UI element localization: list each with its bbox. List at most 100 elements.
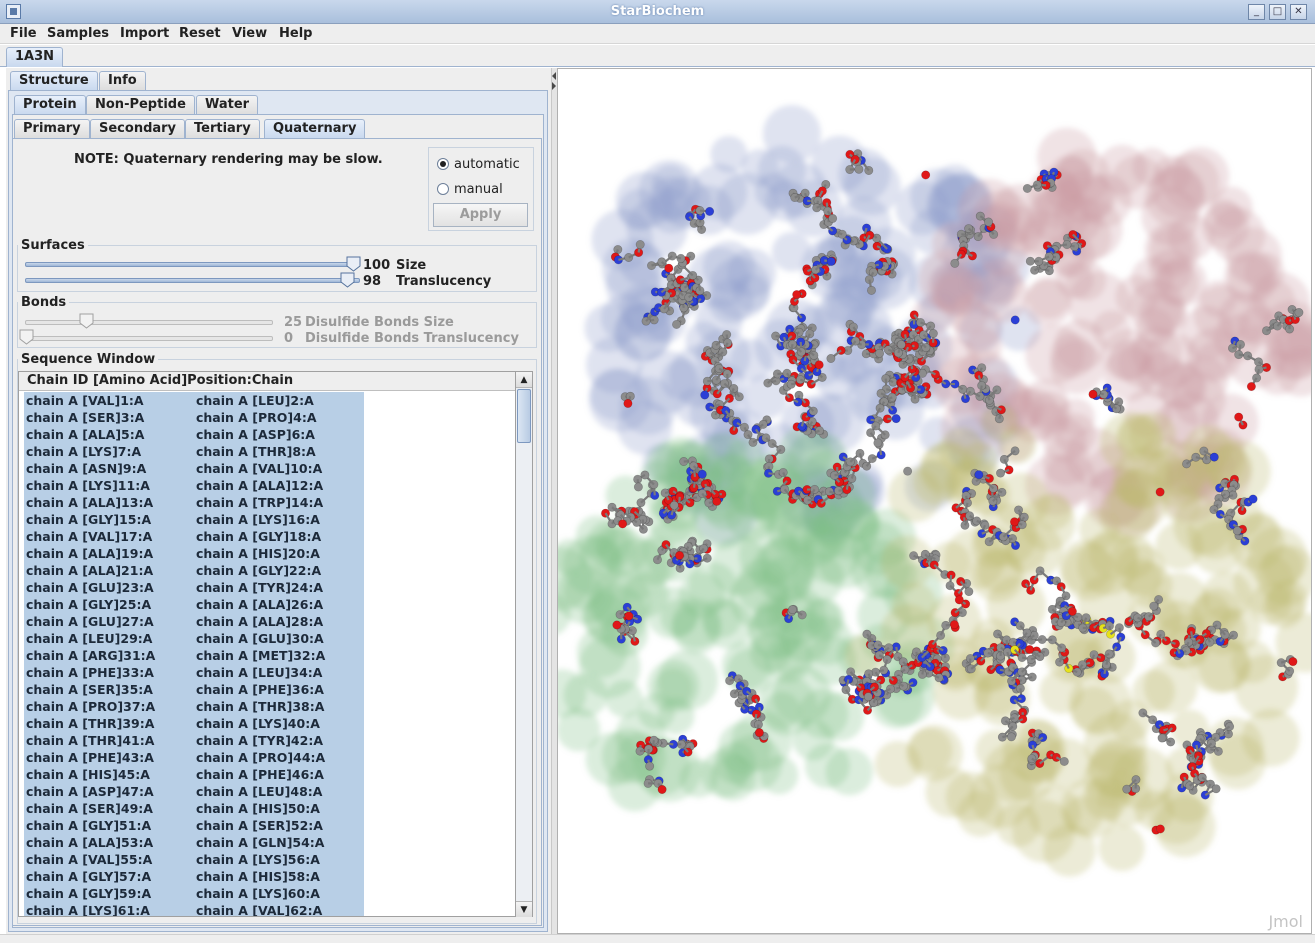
sequence-cell[interactable]: chain A [PRO]37:A [26, 698, 155, 715]
sequence-cell[interactable]: chain A [GLN]54:A [196, 834, 325, 851]
sequence-cell[interactable]: chain A [VAL]55:A [26, 851, 152, 868]
sequence-cell[interactable]: chain A [GLY]59:A [26, 885, 151, 902]
sequence-row[interactable]: chain A [SER]49:A chain A [HIS]50:A [24, 800, 364, 817]
sequence-row[interactable]: chain A [ALA]13:A chain A [TRP]14:A [24, 494, 364, 511]
radio-manual[interactable] [437, 183, 449, 195]
sequence-row[interactable]: chain A [THR]39:A chain A [LYS]40:A [24, 715, 364, 732]
collapse-left-icon[interactable] [552, 72, 556, 80]
sequence-row[interactable]: chain A [VAL]55:A chain A [LYS]56:A [24, 851, 364, 868]
sequence-cell[interactable]: chain A [ASP]47:A [26, 783, 154, 800]
tab-info[interactable]: Info [99, 71, 146, 91]
sequence-cell[interactable]: chain A [SER]49:A [26, 800, 153, 817]
sequence-cell[interactable]: chain A [PRO]4:A [196, 409, 317, 426]
sequence-cell[interactable]: chain A [LYS]60:A [196, 885, 320, 902]
sequence-cell[interactable]: chain A [GLY]18:A [196, 528, 321, 545]
sequence-row[interactable]: chain A [ASP]47:A chain A [LEU]48:A [24, 783, 364, 800]
sequence-cell[interactable]: chain A [LYS]11:A [26, 477, 150, 494]
sequence-rows[interactable]: chain A [VAL]1:A chain A [LEU]2:A chain A … [24, 392, 364, 916]
tab-primary[interactable]: Primary [14, 119, 90, 139]
sequence-cell[interactable]: chain A [ASP]6:A [196, 426, 315, 443]
sequence-row[interactable]: chain A [ARG]31:A chain A [MET]32:A [24, 647, 364, 664]
scroll-thumb[interactable] [517, 389, 531, 443]
surface-translucency-slider[interactable] [25, 278, 360, 283]
sequence-row[interactable]: chain A [PRO]37:A chain A [THR]38:A [24, 698, 364, 715]
sequence-cell[interactable]: chain A [ALA]5:A [26, 426, 144, 443]
maximize-button[interactable]: □ [1269, 4, 1286, 20]
sequence-cell[interactable]: chain A [ALA]13:A [26, 494, 153, 511]
sequence-cell[interactable]: chain A [ALA]28:A [196, 613, 323, 630]
sequence-cell[interactable]: chain A [THR]8:A [196, 443, 316, 460]
surface-translucency-thumb[interactable] [340, 272, 355, 288]
sequence-row[interactable]: chain A [PHE]43:A chain A [PRO]44:A [24, 749, 364, 766]
sequence-cell[interactable]: chain A [LEU]2:A [196, 392, 314, 409]
tab-protein[interactable]: Protein [14, 95, 86, 115]
scroll-up-icon[interactable]: ▲ [516, 372, 532, 388]
radio-automatic[interactable] [437, 158, 449, 170]
sequence-row[interactable]: chain A [ALA]53:A chain A [GLN]54:A [24, 834, 364, 851]
minimize-button[interactable]: _ [1248, 4, 1265, 20]
collapse-right-icon[interactable] [552, 82, 556, 90]
sequence-cell[interactable]: chain A [GLU]23:A [26, 579, 154, 596]
sequence-cell[interactable]: chain A [GLY]25:A [26, 596, 151, 613]
protein-render[interactable] [558, 69, 1312, 934]
sequence-cell[interactable]: chain A [LYS]16:A [196, 511, 320, 528]
disulfide-size-thumb[interactable] [79, 313, 94, 329]
sequence-row[interactable]: chain A [SER]35:A chain A [PHE]36:A [24, 681, 364, 698]
tab-structure[interactable]: Structure [10, 71, 98, 91]
disulfide-translucency-thumb[interactable] [19, 329, 34, 345]
menu-reset[interactable]: Reset [174, 25, 226, 43]
sequence-cell[interactable]: chain A [THR]39:A [26, 715, 154, 732]
sequence-cell[interactable]: chain A [SER]3:A [26, 409, 144, 426]
sequence-cell[interactable]: chain A [SER]35:A [26, 681, 153, 698]
sequence-row[interactable]: chain A [GLU]23:A chain A [TYR]24:A [24, 579, 364, 596]
sequence-cell[interactable]: chain A [ALA]12:A [196, 477, 323, 494]
sequence-cell[interactable]: chain A [GLY]57:A [26, 868, 151, 885]
sequence-cell[interactable]: chain A [HIS]50:A [196, 800, 320, 817]
sequence-cell[interactable]: chain A [LEU]34:A [196, 664, 322, 681]
molecule-viewer[interactable]: Jmol [557, 68, 1312, 934]
sequence-row[interactable]: chain A [THR]41:A chain A [TYR]42:A [24, 732, 364, 749]
sequence-cell[interactable]: chain A [HIS]45:A [26, 766, 150, 783]
sequence-row[interactable]: chain A [ALA]5:A chain A [ASP]6:A [24, 426, 364, 443]
sequence-cell[interactable]: chain A [HIS]20:A [196, 545, 320, 562]
sequence-cell[interactable]: chain A [ALA]53:A [26, 834, 153, 851]
sequence-row[interactable]: chain A [ALA]21:A chain A [GLY]22:A [24, 562, 364, 579]
sequence-row[interactable]: chain A [VAL]17:A chain A [GLY]18:A [24, 528, 364, 545]
surface-size-slider[interactable] [25, 262, 360, 267]
sequence-row[interactable]: chain A [GLY]59:A chain A [LYS]60:A [24, 885, 364, 902]
sequence-row[interactable]: chain A [ALA]19:A chain A [HIS]20:A [24, 545, 364, 562]
sequence-cell[interactable]: chain A [PHE]43:A [26, 749, 154, 766]
scroll-down-icon[interactable]: ▼ [516, 901, 532, 917]
sequence-cell[interactable]: chain A [VAL]10:A [196, 460, 322, 477]
sequence-cell[interactable]: chain A [GLY]22:A [196, 562, 321, 579]
sequence-row[interactable]: chain A [HIS]45:A chain A [PHE]46:A [24, 766, 364, 783]
sequence-scrollbar[interactable]: ▲ ▼ [516, 371, 533, 917]
tab-tertiary[interactable]: Tertiary [185, 119, 260, 139]
sequence-cell[interactable]: chain A [HIS]58:A [196, 868, 320, 885]
sequence-cell[interactable]: chain A [ALA]21:A [26, 562, 153, 579]
tab-non-peptide[interactable]: Non-Peptide [86, 95, 195, 115]
sequence-cell[interactable]: chain A [TRP]14:A [196, 494, 323, 511]
menu-help[interactable]: Help [274, 25, 317, 43]
sequence-row[interactable]: chain A [ASN]9:A chain A [VAL]10:A [24, 460, 364, 477]
sequence-cell[interactable]: chain A [LYS]7:A [26, 443, 141, 460]
sequence-cell[interactable]: chain A [VAL]62:A [196, 902, 322, 916]
sequence-cell[interactable]: chain A [THR]41:A [26, 732, 154, 749]
apply-button[interactable]: Apply [433, 203, 528, 227]
tab-1a3n[interactable]: 1A3N [6, 47, 64, 67]
sequence-cell[interactable]: chain A [GLY]51:A [26, 817, 151, 834]
tab-quaternary[interactable]: Quaternary [264, 119, 366, 139]
menu-view[interactable]: View [227, 25, 272, 43]
tab-secondary[interactable]: Secondary [90, 119, 186, 139]
sequence-row[interactable]: chain A [LYS]11:A chain A [ALA]12:A [24, 477, 364, 494]
sequence-cell[interactable]: chain A [PRO]44:A [196, 749, 325, 766]
sequence-row[interactable]: chain A [LYS]61:A chain A [VAL]62:A [24, 902, 364, 916]
sequence-row[interactable]: chain A [SER]3:A chain A [PRO]4:A [24, 409, 364, 426]
sequence-cell[interactable]: chain A [VAL]1:A [26, 392, 144, 409]
sequence-list[interactable]: Chain ID [Amino Acid]Position:Chain chai… [18, 371, 516, 917]
sequence-row[interactable]: chain A [GLY]15:A chain A [LYS]16:A [24, 511, 364, 528]
sequence-cell[interactable]: chain A [THR]38:A [196, 698, 324, 715]
sequence-cell[interactable]: chain A [GLY]15:A [26, 511, 151, 528]
sequence-cell[interactable]: chain A [TYR]24:A [196, 579, 323, 596]
sequence-row[interactable]: chain A [LYS]7:A chain A [THR]8:A [24, 443, 364, 460]
